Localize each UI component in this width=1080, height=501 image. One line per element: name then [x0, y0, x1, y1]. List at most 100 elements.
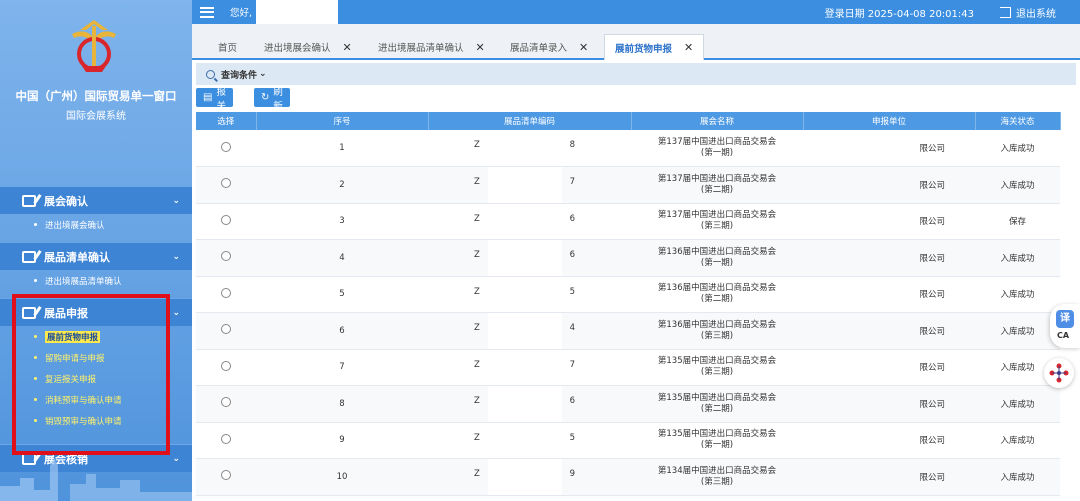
declaring-unit: 限公司	[803, 203, 975, 240]
close-icon[interactable]: ✕	[684, 41, 693, 54]
code-redaction	[488, 313, 562, 349]
table-row[interactable]: 5 Z 5 第136届中国进出口商品交易会 (第二期) 限公司 入库成功	[196, 276, 1060, 313]
expo-phase: (第三期)	[700, 476, 734, 487]
chevron-down-icon: ⌄	[172, 195, 180, 206]
expo-name-line: 第136届中国进出口商品交易会	[657, 319, 777, 330]
close-icon[interactable]: ✕	[343, 41, 352, 54]
exhibit-list-code: Z5	[428, 276, 631, 313]
row-select-radio[interactable]	[221, 178, 231, 189]
table-row[interactable]: 6 Z 4 第136届中国进出口商品交易会 (第三期) 限公司 入库成功	[196, 312, 1060, 350]
city-skyline-illustration	[0, 458, 192, 501]
exhibit-list-code: Z6	[428, 385, 631, 423]
column-header: 海关状态	[975, 112, 1061, 130]
row-select-radio[interactable]	[221, 141, 231, 152]
close-icon[interactable]: ✕	[476, 41, 485, 54]
menu-group-label: 展品清单确认	[44, 250, 110, 264]
customs-status: 入库成功	[975, 166, 1060, 204]
table-header-row: 选择 序号 展品清单编码 展会名称 申报单位 海关状态	[196, 112, 1061, 130]
menu-toggle-icon[interactable]	[200, 6, 214, 18]
table-row[interactable]: 7 Z 7 第135届中国进出口商品交易会 (第三期) 限公司 入库成功	[196, 349, 1060, 386]
row-select-radio[interactable]	[221, 397, 231, 408]
tab-label: 进出境展品清单确认	[378, 43, 464, 54]
sidebar-item-entry-exit-expo-confirm[interactable]: 进出境展会确认	[0, 214, 192, 235]
declare-icon: ▤	[203, 92, 213, 103]
code-suffix: 6	[569, 250, 575, 260]
exhibit-list-code: Z6	[428, 203, 631, 240]
logout-button[interactable]: 退出系统	[1000, 5, 1056, 20]
greeting-text: 您好,	[230, 8, 253, 19]
chevron-down-icon: ⌄	[172, 251, 180, 262]
sidebar-item-label: 进出境展会确认	[45, 220, 105, 231]
close-icon[interactable]: ✕	[579, 41, 588, 54]
table-row[interactable]: 10 Z 9 第134届中国进出口商品交易会 (第三期) 限公司 入库成功	[196, 458, 1060, 496]
assistant-icon	[1049, 363, 1069, 383]
customs-emblem-icon	[72, 20, 116, 72]
menu-group-header[interactable]: 展会确认 ⌄	[0, 186, 192, 214]
code-prefix: Z	[474, 432, 480, 443]
expo-name: 第135届中国进出口商品交易会 (第一期)	[631, 422, 803, 459]
row-select-radio[interactable]	[221, 470, 231, 481]
declaration-table: 选择 序号 展品清单编码 展会名称 申报单位 海关状态 1 Z 8 第137届中国进出…	[196, 112, 1061, 496]
expo-name-line: 第137届中国进出口商品交易会	[657, 137, 777, 147]
translate-widget[interactable]: 译 CA	[1050, 304, 1080, 348]
tab-pre-expo-declaration[interactable]: 展前货物申报 ✕	[604, 34, 705, 60]
customs-status: 入库成功	[975, 385, 1060, 423]
select-cell	[196, 312, 256, 350]
row-select-radio[interactable]	[221, 360, 231, 371]
column-header: 展会名称	[631, 112, 804, 130]
sidebar-item-entry-exit-list-confirm[interactable]: 进出境展品清单确认	[0, 270, 192, 291]
row-select-radio[interactable]	[221, 251, 231, 262]
row-number: 5	[256, 276, 428, 313]
declare-label: 报关	[216, 86, 226, 112]
code-suffix: 5	[569, 432, 575, 443]
tab-home[interactable]: 首页	[218, 34, 237, 60]
expo-name: 第136届中国进出口商品交易会 (第二期)	[631, 276, 803, 313]
declaring-unit: 限公司	[803, 239, 975, 277]
expo-name-line: 第135届中国进出口商品交易会	[657, 356, 777, 367]
tab-label: 首页	[218, 43, 238, 54]
logout-icon	[1000, 6, 1011, 18]
row-select-radio[interactable]	[221, 324, 231, 335]
customs-status: 入库成功	[975, 422, 1060, 459]
code-suffix: 8	[569, 140, 575, 150]
table-row[interactable]: 8 Z 6 第135届中国进出口商品交易会 (第二期) 限公司 入库成功	[196, 385, 1060, 423]
customs-status: 入库成功	[975, 276, 1060, 313]
select-cell	[196, 385, 256, 423]
chevron-down-icon: ⌄	[172, 307, 180, 318]
menu-group-exhibit-list-confirm: 展品清单确认 ⌄ 进出境展品清单确认	[0, 242, 192, 291]
logout-label: 退出系统	[1016, 8, 1056, 20]
table-row[interactable]: 4 Z 6 第136届中国进出口商品交易会 (第一期) 限公司 入库成功	[196, 239, 1060, 277]
query-label: 查询条件	[221, 70, 258, 81]
exhibit-list-code: Z8	[428, 130, 631, 167]
code-redaction	[488, 422, 562, 458]
row-select-radio[interactable]	[221, 287, 231, 298]
query-conditions-toggle[interactable]: 查询条件 ⌄	[196, 63, 1076, 85]
menu-group-header[interactable]: 展品清单确认 ⌄	[0, 242, 192, 270]
refresh-button[interactable]: ↻ 刷 新	[254, 87, 290, 112]
tab-entry-exit-expo-confirm[interactable]: 进出境展会确认 ✕	[264, 34, 352, 60]
username-redaction	[256, 0, 339, 24]
tab-exhibit-list-entry[interactable]: 展品清单录入 ✕	[510, 34, 588, 60]
code-redaction	[488, 386, 562, 422]
table-row[interactable]: 3 Z 6 第137届中国进出口商品交易会 (第三期) 限公司 保存	[196, 203, 1060, 240]
exhibit-list-code: Z9	[428, 458, 631, 496]
declare-button[interactable]: ▤ 报关	[196, 87, 233, 112]
expo-phase: (第一期)	[700, 148, 734, 158]
row-select-radio[interactable]	[221, 214, 231, 225]
code-prefix: Z	[474, 469, 480, 479]
tab-entry-exit-list-confirm[interactable]: 进出境展品清单确认 ✕	[378, 34, 485, 60]
expo-phase: (第一期)	[700, 257, 734, 268]
code-redaction	[488, 167, 562, 203]
row-select-radio[interactable]	[221, 433, 231, 444]
tab-label: 展品清单录入	[510, 43, 568, 54]
table-row[interactable]: 1 Z 8 第137届中国进出口商品交易会 (第一期) 限公司 入库成功	[196, 130, 1060, 167]
expo-phase: (第三期)	[700, 221, 734, 232]
table-row[interactable]: 9 Z 5 第135届中国进出口商品交易会 (第一期) 限公司 入库成功	[196, 422, 1060, 459]
code-prefix: Z	[474, 286, 480, 297]
select-cell	[196, 422, 256, 459]
menu-group-label: 展会确认	[44, 194, 88, 208]
expo-name-line: 第135届中国进出口商品交易会	[657, 392, 777, 403]
assistant-widget[interactable]	[1044, 358, 1074, 388]
column-header: 申报单位	[803, 112, 976, 130]
table-row[interactable]: 2 Z 7 第137届中国进出口商品交易会 (第二期) 限公司 入库成功	[196, 166, 1060, 204]
